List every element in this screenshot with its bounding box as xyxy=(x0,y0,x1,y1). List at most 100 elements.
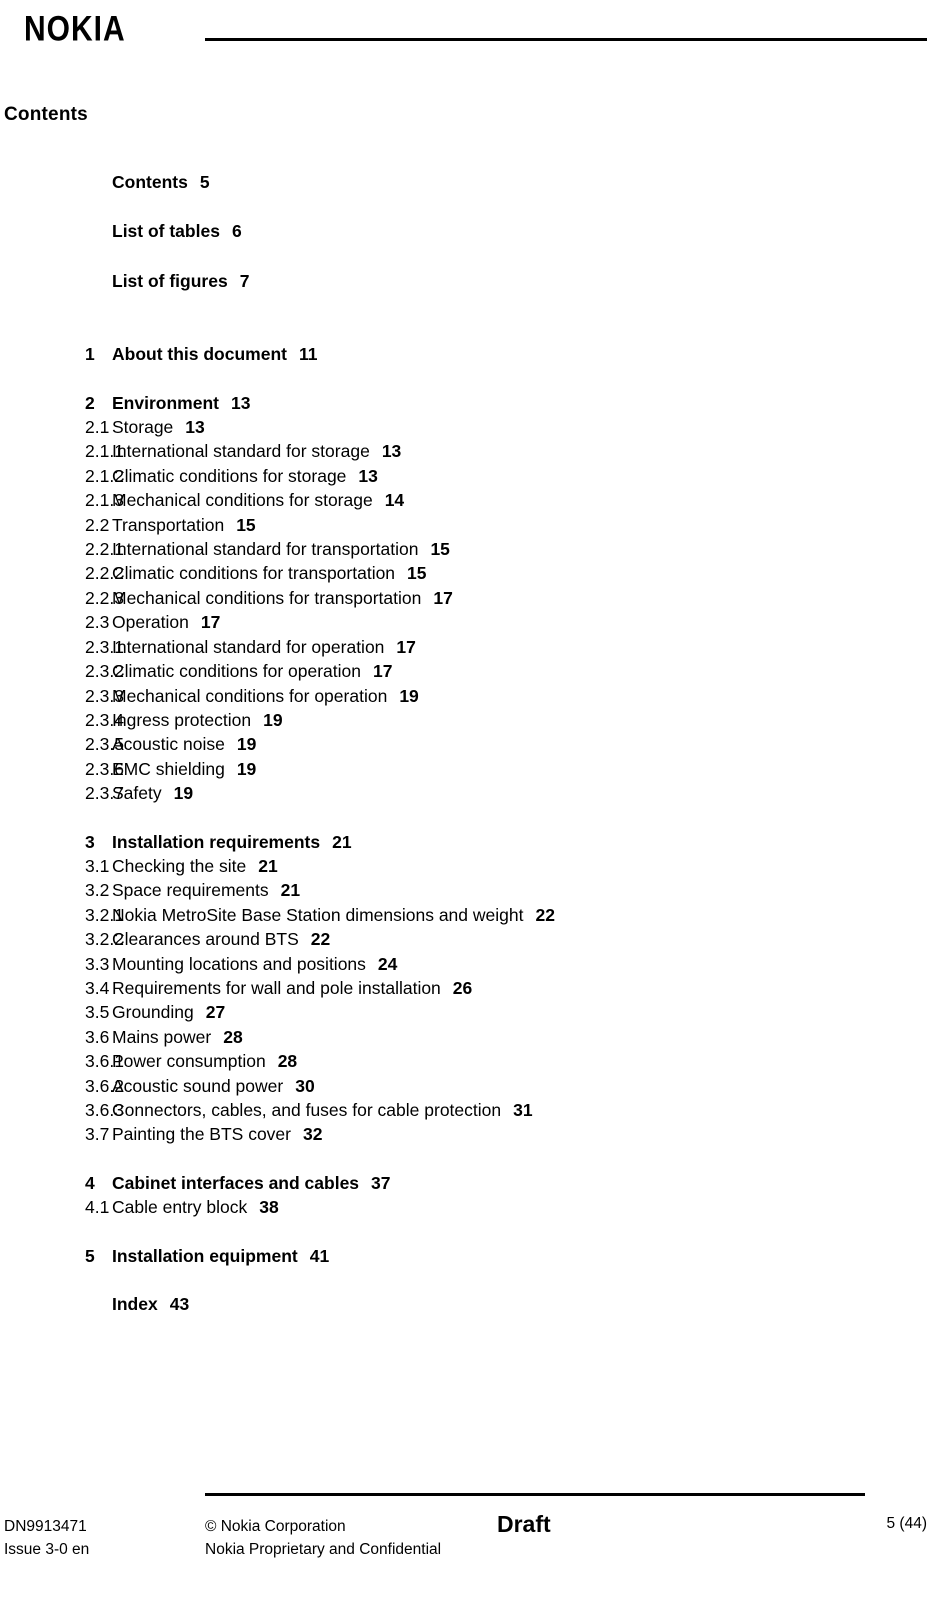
toc-entry-title: Transportation xyxy=(112,514,225,535)
toc-section-spacer xyxy=(0,318,944,342)
toc-entry-number: 5 xyxy=(85,1245,95,1266)
toc-entry-number: 2.3.7 xyxy=(85,783,124,804)
toc-entry[interactable]: 2.2.3 Mechanical conditions for transport… xyxy=(0,586,944,610)
toc-entry-page: 24 xyxy=(377,953,398,974)
toc-entry[interactable]: 2.3.1 International standard for operatio… xyxy=(0,635,944,659)
toc-entry-number: 4 xyxy=(85,1172,95,1193)
toc-entry[interactable]: 3.2 Space requirements 21 xyxy=(0,878,944,902)
header-divider xyxy=(205,38,927,41)
toc-entry[interactable]: 3.4 Requirements for wall and pole instal… xyxy=(0,976,944,1000)
toc-entry[interactable]: 3.2.1 Nokia MetroSite Base Station dimens… xyxy=(0,903,944,927)
toc-entry-page: 19 xyxy=(263,709,283,730)
footer-center-block: © Nokia Corporation Nokia Proprietary an… xyxy=(205,1515,441,1561)
toc-entry[interactable]: 2.1.3 Mechanical conditions for storage 14 xyxy=(0,488,944,512)
toc-spacer xyxy=(0,194,944,219)
toc-entry-title: List of figures xyxy=(112,270,228,291)
toc-entry-number: 2.1.1 xyxy=(85,441,124,462)
toc-entry[interactable]: 5 Installation equipment 41 xyxy=(0,1244,944,1268)
toc-entry[interactable]: 3.6 Mains power 28 xyxy=(0,1025,944,1049)
toc-entry-number: 3.5 xyxy=(85,1002,110,1023)
toc-entry[interactable]: 2 Environment 13 xyxy=(0,391,944,415)
toc-entry-page: 17 xyxy=(200,612,221,633)
toc-entry-number: 3.2.1 xyxy=(85,904,124,925)
toc-entry-title: Mechanical conditions for operation xyxy=(112,685,388,706)
toc-entry-title: Index xyxy=(112,1294,158,1315)
toc-entry-number: 2.3.1 xyxy=(85,636,124,657)
toc-entry-title: Clearances around BTS xyxy=(112,929,299,950)
toc-entry[interactable]: 2.3.7 Safety 19 xyxy=(0,781,944,805)
toc-entry[interactable]: 3.1 Checking the site 21 xyxy=(0,854,944,878)
toc-entry-title: Storage xyxy=(112,417,174,438)
toc-entry[interactable]: 2.3.5 Acoustic noise 19 xyxy=(0,732,944,756)
toc-entry-page: 43 xyxy=(169,1294,190,1315)
toc-entry-title: Contents xyxy=(112,172,188,192)
toc-entry-page: 11 xyxy=(298,344,318,365)
toc-entry[interactable]: 1 About this document 11 xyxy=(0,342,944,366)
toc-entry[interactable]: 2.2.2 Climatic conditions for transportat… xyxy=(0,561,944,585)
toc-entry[interactable]: 3.7 Painting the BTS cover 32 xyxy=(0,1122,944,1146)
toc-entry-number: 2.2.2 xyxy=(85,563,124,584)
toc-entry[interactable]: 2.1 Storage 13 xyxy=(0,415,944,439)
toc-entry[interactable]: 2.3.6 EMC shielding 19 xyxy=(0,757,944,781)
table-of-contents: Contents 5 List of tables 6 List of figures 7… xyxy=(0,170,944,1316)
toc-entry[interactable]: Contents 5 xyxy=(0,170,944,194)
toc-entry-number: 2.1.2 xyxy=(85,465,124,486)
toc-entry[interactable]: 3.6.2 Acoustic sound power 30 xyxy=(0,1074,944,1098)
toc-entry-title: Climatic conditions for transportation xyxy=(112,563,396,584)
page-title: Contents xyxy=(4,104,88,125)
toc-entry[interactable]: 2.3 Operation 17 xyxy=(0,610,944,634)
toc-entry-page: 28 xyxy=(223,1026,243,1047)
toc-entry-title: About this document xyxy=(112,344,287,365)
footer-page-number: 5 (44) xyxy=(886,1515,928,1532)
footer-doc-number: DN9913471 xyxy=(4,1518,87,1535)
footer-confidentiality: Nokia Proprietary and Confidential xyxy=(205,1541,442,1558)
toc-entry-title: Cabinet interfaces and cables xyxy=(112,1172,360,1193)
toc-entry[interactable]: 4 Cabinet interfaces and cables 37 xyxy=(0,1171,944,1195)
toc-entry[interactable]: 2.1.1 International standard for storage 1… xyxy=(0,439,944,463)
toc-entry-page: 22 xyxy=(310,929,331,950)
toc-entry[interactable]: 2.3.3 Mechanical conditions for operation… xyxy=(0,684,944,708)
toc-entry[interactable]: 3.3 Mounting locations and positions 24 xyxy=(0,952,944,976)
toc-entry-title: Acoustic noise xyxy=(112,734,225,755)
toc-entry[interactable]: 2.3.2 Climatic conditions for operation 17 xyxy=(0,659,944,683)
toc-section-spacer xyxy=(0,806,944,830)
toc-entry-title: Installation equipment xyxy=(112,1245,298,1266)
toc-entry[interactable]: List of figures 7 xyxy=(0,269,944,293)
toc-entry-page: 19 xyxy=(173,783,194,804)
toc-entry-number: 3.6 xyxy=(85,1026,110,1047)
toc-entry-page: 32 xyxy=(302,1124,323,1145)
toc-entry[interactable]: 3 Installation requirements 21 xyxy=(0,830,944,854)
toc-entry[interactable]: 3.6.3 Connectors, cables, and fuses for c… xyxy=(0,1098,944,1122)
toc-entry-page: 15 xyxy=(236,514,256,535)
toc-entry-title: Requirements for wall and pole installat… xyxy=(112,977,441,998)
toc-entry-page: 15 xyxy=(430,539,450,560)
toc-entry[interactable]: 2.2.1 International standard for transpor… xyxy=(0,537,944,561)
toc-entry-number: 4.1 xyxy=(85,1197,110,1218)
toc-entry-title: Nokia MetroSite Base Station dimensions … xyxy=(112,904,524,925)
toc-entry[interactable]: List of tables 6 xyxy=(0,219,944,243)
toc-entry[interactable]: 4.1 Cable entry block 38 xyxy=(0,1195,944,1219)
toc-entry[interactable]: 2.3.4 Ingress protection 19 xyxy=(0,708,944,732)
toc-entry-number: 2.1 xyxy=(85,417,110,438)
toc-entry[interactable]: 2.1.2 Climatic conditions for storage 13 xyxy=(0,464,944,488)
toc-spacer xyxy=(0,293,944,318)
toc-entry-page: 26 xyxy=(452,977,473,998)
toc-entry[interactable]: 3.2.2 Clearances around BTS 22 xyxy=(0,927,944,951)
toc-entry[interactable]: 3.5 Grounding 27 xyxy=(0,1000,944,1024)
toc-entry-title: Painting the BTS cover xyxy=(112,1124,291,1145)
draft-watermark: Draft xyxy=(497,1511,551,1537)
toc-entry[interactable]: 3.6.1 Power consumption 28 xyxy=(0,1049,944,1073)
toc-entry-page: 13 xyxy=(230,392,251,413)
toc-entry-title: List of tables xyxy=(112,221,220,242)
toc-entry-page: 19 xyxy=(399,685,419,706)
toc-entry-number: 2.2 xyxy=(85,514,110,535)
nokia-logo: NOKIA xyxy=(24,10,126,49)
toc-entry[interactable]: Index 43 xyxy=(0,1292,944,1316)
toc-section-spacer xyxy=(0,1220,944,1244)
toc-section-spacer xyxy=(0,1147,944,1171)
toc-entry-number: 2.3.3 xyxy=(85,685,124,706)
toc-entry[interactable]: 2.2 Transportation 15 xyxy=(0,513,944,537)
toc-entry-title: Safety xyxy=(112,783,162,804)
toc-entry-title: International standard for operation xyxy=(112,636,385,657)
toc-entry-page: 14 xyxy=(384,490,405,511)
